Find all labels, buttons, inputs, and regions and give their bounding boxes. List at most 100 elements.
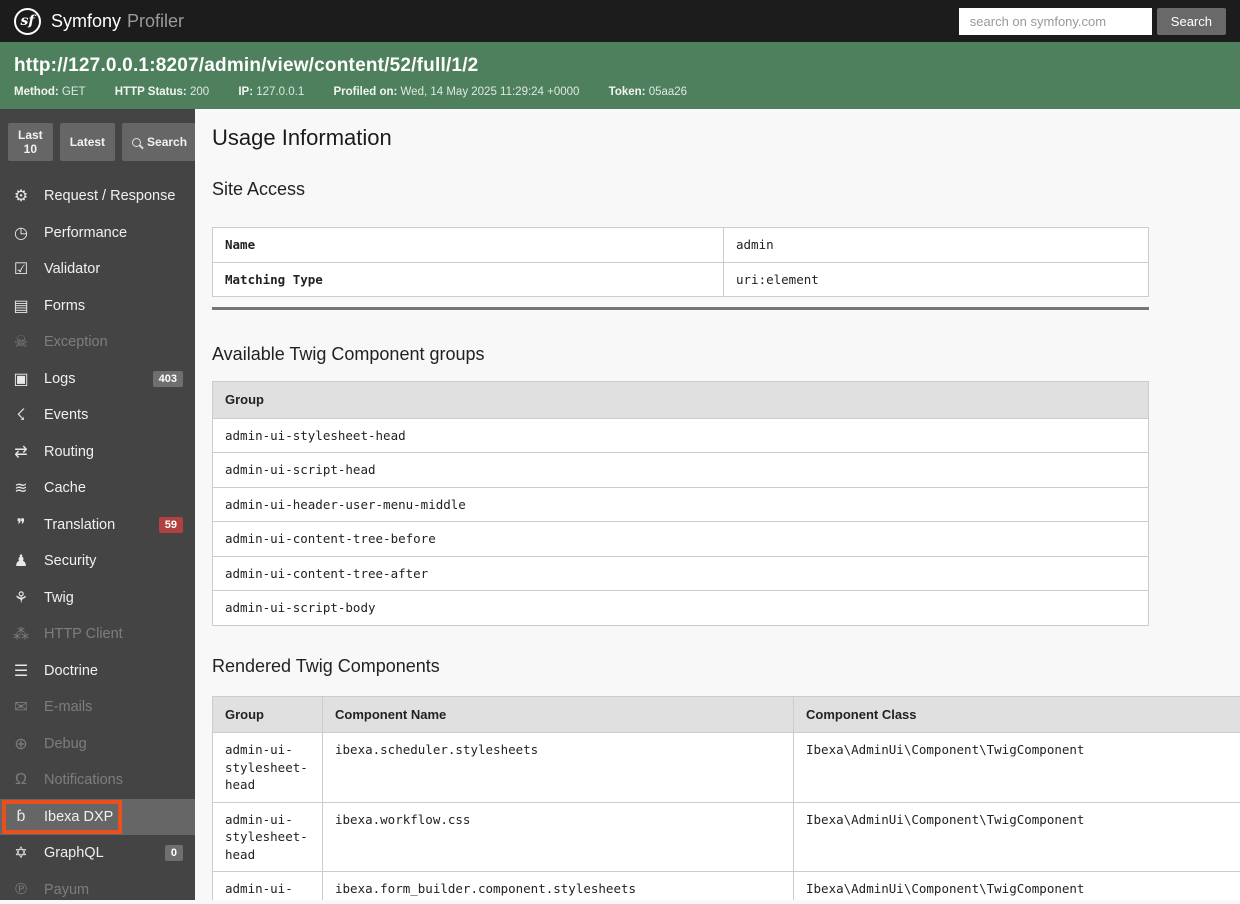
column-header-component-class: Component Class (793, 695, 1240, 733)
table-row: admin-ui-header-user-menu-middle (212, 486, 1149, 522)
sidebar-item-request-response[interactable]: ⚙ Request / Response (0, 178, 195, 215)
sidebar-item-doctrine[interactable]: ☰ Doctrine (0, 653, 195, 690)
ghost-icon: ☠ (13, 334, 29, 352)
sidebar-item-security[interactable]: ♟ Security (0, 543, 195, 580)
cell-component-class: Ibexa\AdminUi\Component\TwigComponent (793, 801, 1240, 872)
request-url: http://127.0.0.1:8207/admin/view/content… (14, 55, 479, 76)
latest-button[interactable]: Latest (59, 123, 116, 161)
table-row: admin-ui-content-tree-after (212, 555, 1149, 591)
twig-groups-table: Group admin-ui-stylesheet-head admin-ui-… (212, 381, 1149, 626)
sidebar-item-notifications: Ω Notifications (0, 762, 195, 799)
sidebar-item-performance[interactable]: ◷ Performance (0, 215, 195, 252)
journal-icon: ▣ (13, 370, 29, 388)
sidebar-item-emails: ✉ E-mails (0, 689, 195, 726)
cell-group: admin-ui-stylesheet-head (212, 732, 323, 803)
sidebar-item-label: HTTP Client (44, 626, 123, 643)
cell-component-class: Ibexa\AdminUi\Component\TwigComponent (793, 732, 1240, 803)
network-icon: ⁂ (13, 626, 29, 644)
sidebar-search-button[interactable]: Search (122, 123, 195, 161)
sidebar-item-label: Validator (44, 261, 101, 278)
table-row: admin-ui-stylesheet-head ibexa.scheduler… (212, 732, 1240, 803)
last-10-button[interactable]: Last 10 (8, 123, 53, 161)
table-row: admin-ui-stylesheet-head ibexa.form_buil… (212, 871, 1240, 900)
sidebar-item-logs[interactable]: ▣ Logs 403 (0, 361, 195, 398)
sidebar-item-ibexa-dxp[interactable]: ɓ Ibexa DXP (0, 798, 195, 835)
symfony-logo-icon: sf (14, 7, 41, 35)
payum-logo-icon: ℗ (15, 880, 27, 898)
section-divider (212, 307, 1149, 310)
sidebar-item-label: Exception (44, 334, 108, 351)
sidebar-item-exception: ☠ Exception (0, 324, 195, 361)
meta-http-status: HTTP Status: 200 (114, 86, 210, 98)
sidebar-item-label: Debug (44, 735, 87, 752)
table-row: admin-ui-stylesheet-head ibexa.workflow.… (212, 801, 1240, 872)
brand-title: Symfony (51, 10, 122, 31)
sidebar-item-label: Doctrine (44, 662, 98, 679)
rendered-components-table: Group Component Name Component Class adm… (212, 695, 1240, 900)
sidebar-item-routing[interactable]: ⇄ Routing (0, 434, 195, 471)
cell-component-name: ibexa.form_builder.component.stylesheets (322, 871, 794, 900)
sidebar-item-label: Forms (44, 297, 86, 314)
sidebar-item-forms[interactable]: ▤ Forms (0, 288, 195, 325)
sidebar-item-label: Notifications (44, 772, 123, 789)
sidebar-item-label: Payum (44, 881, 90, 898)
person-icon: ♟ (13, 553, 29, 571)
sidebar-item-label: Cache (44, 480, 86, 497)
search-input[interactable] (958, 7, 1152, 35)
column-header-group: Group (212, 381, 1149, 419)
profiler-sidebar: Last 10 Latest Search ⚙ Request / Respon… (0, 109, 195, 900)
table-row: admin-ui-script-body (212, 590, 1149, 626)
sidebar-item-cache[interactable]: ≋ Cache (0, 470, 195, 507)
layers-icon: ≋ (14, 480, 28, 498)
sidebar-item-label: Translation (44, 516, 116, 533)
sidebar-item-label: GraphQL (44, 845, 104, 862)
clipboard-icon: ▤ (13, 297, 29, 315)
graphql-count-badge: 0 (164, 845, 183, 862)
stopwatch-icon: ◷ (14, 224, 28, 242)
sidebar-item-translation[interactable]: ❞ Translation 59 (0, 507, 195, 544)
site-access-table: Name admin Matching Type uri:element (212, 227, 1149, 297)
database-icon: ☰ (13, 662, 29, 680)
magnifier-icon (132, 137, 142, 147)
speech-bubbles-icon: ❞ (16, 516, 26, 534)
meta-profiled-on: Profiled on: Wed, 14 May 2025 11:29:24 +… (333, 86, 580, 98)
column-header-group: Group (212, 695, 323, 733)
panel-content: Usage Information Site Access Name admin… (195, 109, 1240, 900)
sidebar-item-label: Request / Response (44, 188, 176, 205)
sidebar-item-validator[interactable]: ☑ Validator (0, 251, 195, 288)
meta-method: Method: GET (14, 86, 86, 98)
broadcast-icon: ☇ (16, 407, 26, 425)
sidebar-item-events[interactable]: ☇ Events (0, 397, 195, 434)
table-row: admin-ui-stylesheet-head (212, 417, 1149, 453)
rendered-components-heading: Rendered Twig Components (212, 655, 440, 676)
page-title: Usage Information (212, 125, 392, 150)
sidebar-item-label: Security (44, 553, 97, 570)
translation-count-badge: 59 (158, 516, 183, 533)
sidebar-item-label: Routing (44, 443, 94, 460)
sidebar-item-label: E-mails (44, 699, 93, 716)
twig-groups-heading: Available Twig Component groups (212, 344, 485, 364)
row-label: Matching Type (212, 261, 724, 297)
sidebar-item-label: Logs (44, 370, 76, 387)
sidebar-actions: Last 10 Latest Search (0, 109, 195, 174)
cell-group: admin-ui-stylesheet-head (212, 871, 323, 900)
checkbox-icon: ☑ (13, 261, 29, 279)
site-access-heading: Site Access (212, 179, 306, 199)
gears-icon: ⚙ (13, 188, 29, 206)
ibexa-logo-icon: ɓ (16, 807, 26, 825)
cell-component-name: ibexa.workflow.css (322, 801, 794, 872)
table-row: Name admin (212, 227, 1149, 263)
sidebar-item-label: Performance (44, 224, 128, 241)
sidebar-item-twig[interactable]: ⚘ Twig (0, 580, 195, 617)
row-value: uri:element (723, 261, 1149, 297)
plant-icon: ⚘ (13, 589, 29, 607)
sidebar-item-label: Ibexa DXP (44, 808, 114, 825)
meta-ip: IP: 127.0.0.1 (238, 86, 305, 98)
table-row: admin-ui-script-head (212, 452, 1149, 488)
sidebar-item-graphql[interactable]: ✡ GraphQL 0 (0, 835, 195, 872)
sidebar-item-label: Events (44, 407, 89, 424)
cell-component-class: Ibexa\AdminUi\Component\TwigComponent (793, 871, 1240, 900)
target-icon: ⊕ (14, 735, 28, 753)
envelope-icon: ✉ (14, 699, 28, 717)
search-button[interactable]: Search (1156, 7, 1226, 35)
